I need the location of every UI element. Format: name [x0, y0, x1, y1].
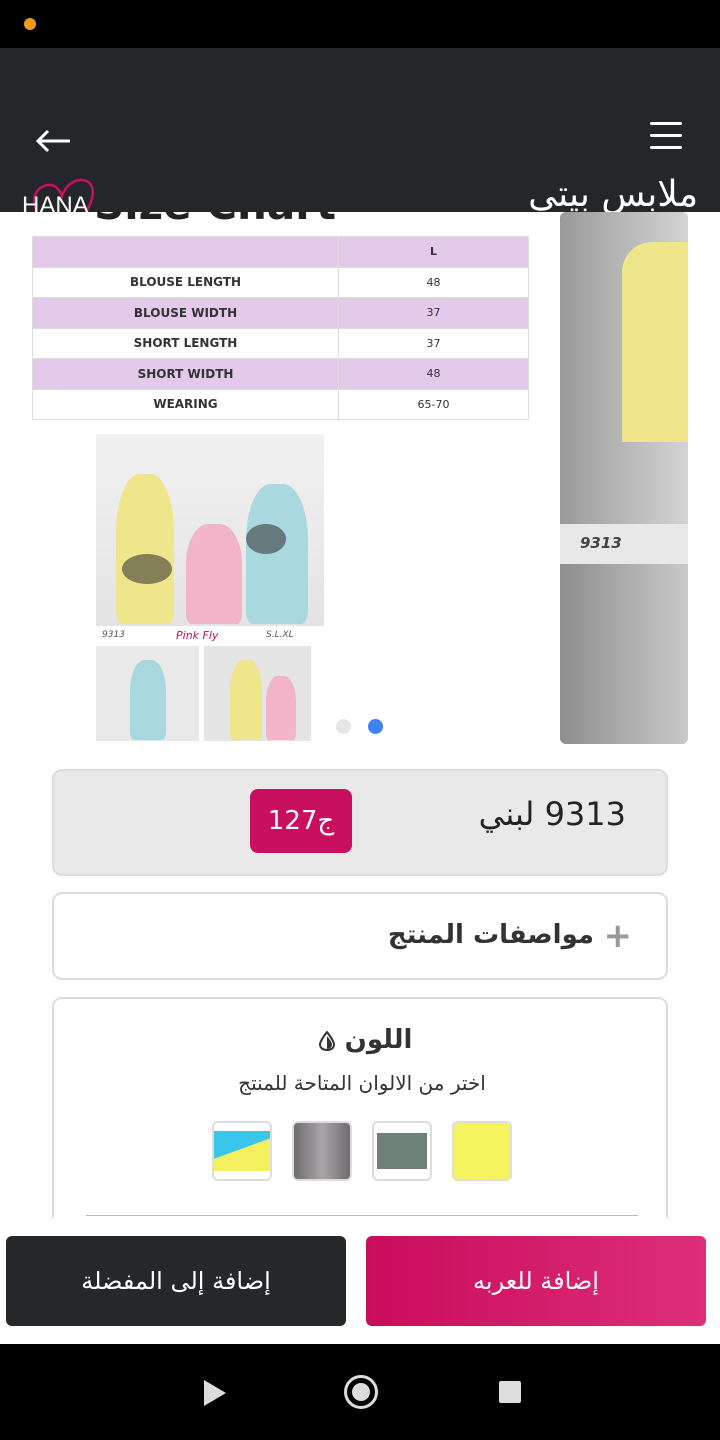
product-photo [560, 564, 688, 744]
arrow-left-icon[interactable] [34, 126, 74, 156]
product-photo-main [96, 434, 324, 626]
size-chart-title: Size Chart [94, 212, 336, 229]
bottom-action-bar: إضافة إلى المفضلة إضافة للعربه [0, 1218, 720, 1344]
color-title: اللون [54, 1025, 666, 1055]
photo-caption-brand: Pink Fly [176, 629, 219, 642]
notification-icon [24, 18, 36, 30]
drop-icon [318, 1030, 335, 1051]
specs-label[interactable]: مواصفات المنتج [388, 920, 594, 950]
size-row-label: BLOUSE LENGTH [32, 266, 339, 298]
plus-icon[interactable]: + [604, 916, 633, 956]
carousel-dot-2-active[interactable] [368, 719, 383, 734]
product-summary-card: 9313 لبني 127ج [52, 769, 668, 876]
size-row-label: WEARING [32, 388, 339, 420]
divider [86, 1215, 638, 1216]
add-to-cart-button[interactable]: إضافة للعربه [366, 1236, 706, 1326]
color-swatch-grey-green[interactable] [372, 1121, 432, 1181]
size-row-label: SHORT LENGTH [32, 327, 339, 359]
size-row-value: 48 [338, 266, 529, 298]
product-specs-accordion[interactable]: + مواصفات المنتج [52, 892, 668, 980]
carousel-indicator [336, 719, 400, 738]
color-selector-card: اللون اختر من الالوان المتاحة للمنتج [52, 997, 668, 1237]
photo-caption: 9313 Pink Fly S.L.XL [96, 626, 324, 646]
size-column-header: L [338, 236, 529, 268]
add-to-favorites-button[interactable]: إضافة إلى المفضلة [6, 1236, 346, 1326]
system-navigation-bar [0, 1344, 720, 1440]
photo-caption-sizes: S.L.XL [266, 630, 294, 640]
slide-caption: 9313 [580, 534, 622, 552]
size-row-value: 48 [338, 358, 529, 390]
size-row-label: SHORT WIDTH [32, 358, 339, 390]
status-bar [0, 0, 720, 48]
size-row-value: 65-70 [338, 388, 529, 420]
carousel-dot-1[interactable] [336, 719, 351, 734]
price-badge: 127ج [250, 789, 352, 853]
page-title: ملابس بيتي [528, 174, 698, 215]
size-row-value: 37 [338, 327, 529, 359]
product-photo-small [96, 646, 199, 741]
app-bar: HANA ملابس بيتي [0, 48, 720, 247]
color-swatch-yellow[interactable] [452, 1121, 512, 1181]
size-row-label: BLOUSE WIDTH [32, 297, 339, 329]
color-subtitle: اختر من الالوان المتاحة للمنتج [238, 1071, 486, 1095]
carousel-slide-size-chart: Size Chart L BLOUSE LENGTH48 BLOUSE WIDT… [32, 212, 532, 747]
color-swatch-light-blue-yellow[interactable] [212, 1121, 272, 1181]
product-name: 9313 لبني [478, 795, 626, 833]
photo-caption-code: 9313 [102, 630, 125, 640]
size-chart-table: L BLOUSE LENGTH 48 BLOUSE WIDTH 37 SHORT L… [32, 236, 529, 420]
color-title-label: اللون [344, 1025, 413, 1055]
nav-recents-icon[interactable] [499, 1381, 521, 1403]
carousel-slide-next[interactable]: 9313 [560, 212, 688, 744]
hamburger-menu-icon[interactable] [650, 122, 682, 152]
nav-home-icon[interactable] [344, 1375, 378, 1409]
nav-back-icon[interactable] [204, 1380, 226, 1406]
color-swatch-grey[interactable] [292, 1121, 352, 1181]
size-row-value: 37 [338, 297, 529, 329]
product-photo-small [204, 646, 311, 741]
product-image-carousel[interactable]: Size Chart L BLOUSE LENGTH48 BLOUSE WIDT… [0, 212, 720, 752]
